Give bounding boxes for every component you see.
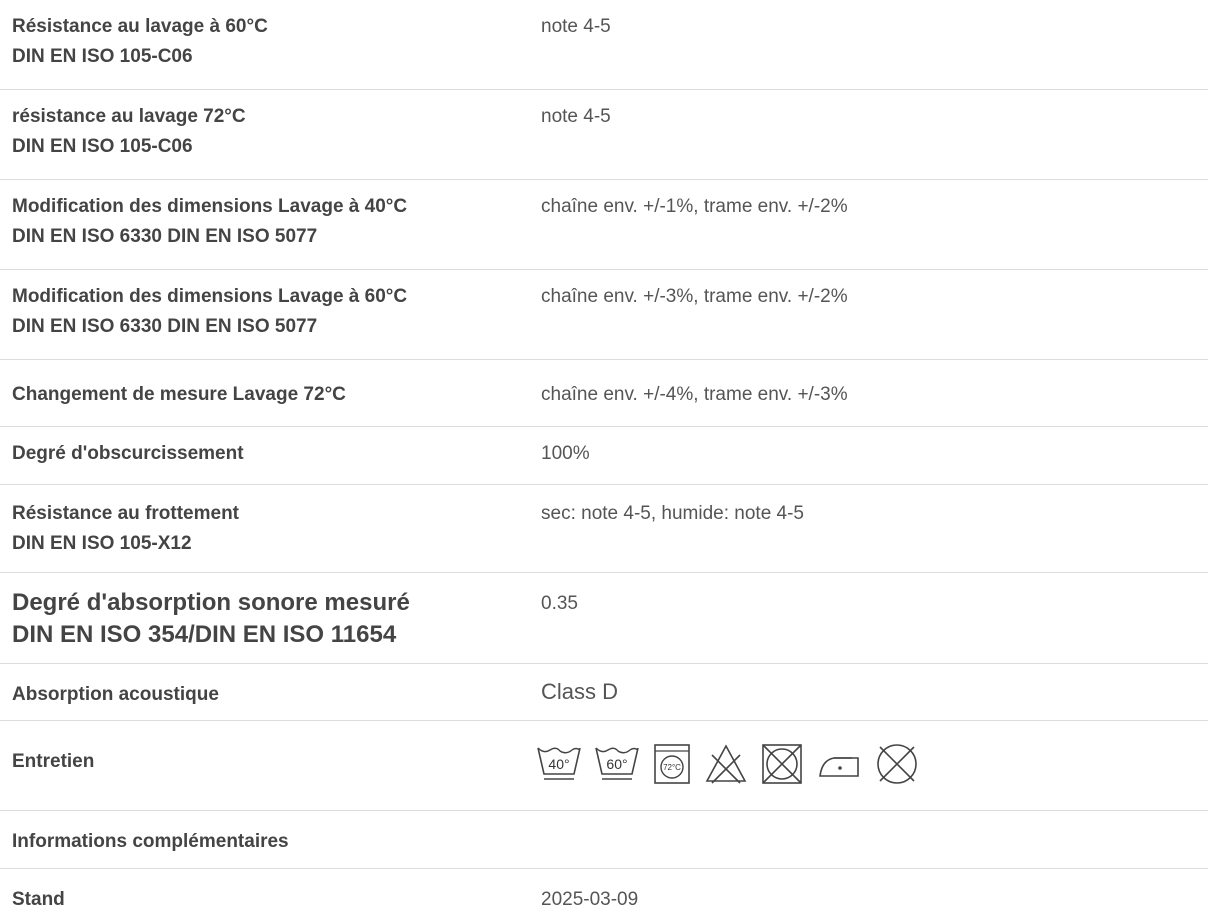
spec-label: Informations complémentaires bbox=[12, 827, 289, 857]
spec-label: Résistance au lavage à 60°C DIN EN ISO 1… bbox=[12, 12, 268, 72]
spec-label: Degré d'obscurcissement bbox=[12, 439, 244, 469]
spec-label-line-2: DIN EN ISO 105-C06 bbox=[12, 136, 193, 157]
spec-value: 0.35 bbox=[541, 593, 578, 614]
svg-text:72°C: 72°C bbox=[663, 763, 681, 772]
spec-value: 2025-03-09 bbox=[541, 889, 639, 910]
svg-text:40°: 40° bbox=[548, 756, 569, 772]
spec-label-line-2: DIN EN ISO 354/DIN EN ISO 11654 bbox=[12, 621, 397, 648]
spec-row-dimension-72: Changement de mesure Lavage 72°C chaîne … bbox=[0, 360, 1208, 427]
spec-row-dimension-60: Modification des dimensions Lavage à 60°… bbox=[0, 270, 1208, 360]
spec-label-line-1: Résistance au lavage à 60°C bbox=[12, 16, 268, 37]
spec-label-line-1: Modification des dimensions Lavage à 40°… bbox=[12, 196, 408, 217]
spec-label-line-1: Résistance au frottement bbox=[12, 503, 240, 524]
spec-row-sound-absorption: Degré d'absorption sonore mesuré DIN EN … bbox=[0, 573, 1208, 664]
spec-label-line-1: Stand bbox=[12, 889, 65, 910]
spec-label-line-2: DIN EN ISO 105-X12 bbox=[12, 533, 192, 554]
spec-label: Changement de mesure Lavage 72°C bbox=[12, 380, 346, 410]
spec-value: chaîne env. +/-3%, trame env. +/-2% bbox=[541, 286, 848, 307]
spec-label-line-1: Entretien bbox=[12, 751, 95, 772]
spec-value: note 4-5 bbox=[541, 16, 611, 37]
iron-low-icon bbox=[819, 757, 859, 777]
spec-label-line-1: résistance au lavage 72°C bbox=[12, 106, 246, 127]
spec-value: note 4-5 bbox=[541, 106, 611, 127]
spec-row-acoustic-class: Absorption acoustique Class D bbox=[0, 664, 1208, 721]
product-specs-table: Résistance au lavage à 60°C DIN EN ISO 1… bbox=[0, 0, 1208, 910]
spec-label: résistance au lavage 72°C DIN EN ISO 105… bbox=[12, 102, 246, 162]
do-not-tumble-dry-icon bbox=[762, 744, 802, 784]
spec-value: sec: note 4-5, humide: note 4-5 bbox=[541, 503, 804, 524]
spec-label-line-1: Informations complémentaires bbox=[12, 831, 289, 852]
spec-label: Absorption acoustique bbox=[12, 680, 219, 710]
spec-row-dimension-40: Modification des dimensions Lavage à 40°… bbox=[0, 180, 1208, 270]
do-not-bleach-icon bbox=[705, 744, 747, 784]
spec-row-additional-info: Informations complémentaires bbox=[0, 811, 1208, 869]
spec-label-line-2: DIN EN ISO 6330 DIN EN ISO 5077 bbox=[12, 226, 318, 247]
tumble-dry-72-icon: 72°C bbox=[654, 744, 690, 784]
wash-40-icon: 40° bbox=[537, 747, 581, 780]
spec-label: Entretien bbox=[12, 747, 94, 777]
spec-value: Class D bbox=[541, 679, 619, 704]
spec-row-wash-60: Résistance au lavage à 60°C DIN EN ISO 1… bbox=[0, 0, 1208, 90]
svg-text:60°: 60° bbox=[606, 756, 627, 772]
spec-label: Modification des dimensions Lavage à 40°… bbox=[12, 192, 407, 252]
spec-label: Degré d'absorption sonore mesuré DIN EN … bbox=[12, 587, 410, 651]
spec-label-line-1: Degré d'obscurcissement bbox=[12, 443, 244, 464]
spec-label-line-1: Changement de mesure Lavage 72°C bbox=[12, 384, 346, 405]
spec-label: Stand bbox=[12, 885, 65, 915]
spec-label-line-2: DIN EN ISO 6330 DIN EN ISO 5077 bbox=[12, 316, 318, 337]
spec-value: chaîne env. +/-4%, trame env. +/-3% bbox=[541, 384, 848, 405]
care-icons: 40° 60° 72°C bbox=[536, 741, 932, 787]
spec-label-line-2: DIN EN ISO 105-C06 bbox=[12, 46, 193, 67]
spec-label-line-1: Degré d'absorption sonore mesuré bbox=[12, 589, 410, 616]
spec-value: chaîne env. +/-1%, trame env. +/-2% bbox=[541, 196, 848, 217]
spec-value: 100% bbox=[541, 443, 590, 464]
spec-row-stand: Stand 2025-03-09 bbox=[0, 869, 1208, 910]
spec-label: Modification des dimensions Lavage à 60°… bbox=[12, 282, 407, 342]
wash-60-icon: 60° bbox=[595, 747, 639, 780]
spec-row-rubbing: Résistance au frottement DIN EN ISO 105-… bbox=[0, 485, 1208, 573]
spec-label-line-1: Modification des dimensions Lavage à 60°… bbox=[12, 286, 408, 307]
spec-row-wash-72: résistance au lavage 72°C DIN EN ISO 105… bbox=[0, 90, 1208, 180]
spec-row-blackout: Degré d'obscurcissement 100% bbox=[0, 427, 1208, 485]
spec-label-line-1: Absorption acoustique bbox=[12, 684, 219, 705]
spec-label: Résistance au frottement DIN EN ISO 105-… bbox=[12, 499, 239, 559]
do-not-dry-clean-icon bbox=[877, 744, 917, 784]
spec-row-care: Entretien 40° 60° 72°C bbox=[0, 721, 1208, 811]
